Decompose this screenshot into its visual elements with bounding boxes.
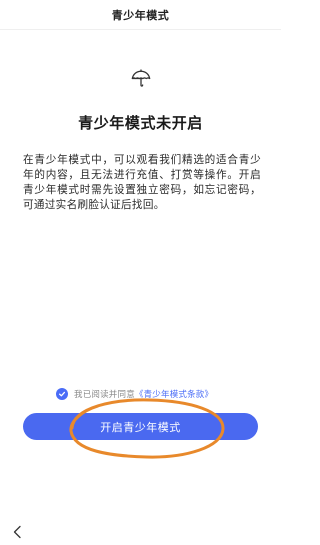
- status-title: 青少年模式未开启: [78, 114, 203, 132]
- top-bar: 青少年模式: [0, 0, 281, 30]
- agreement-row[interactable]: 我已阅读并同意 《青少年模式条款》: [56, 386, 213, 402]
- terms-link[interactable]: 《青少年模式条款》: [135, 388, 213, 400]
- chevron-left-icon: [13, 525, 21, 539]
- checkbox-checked-icon[interactable]: [56, 388, 68, 400]
- enable-youth-mode-button[interactable]: 开启青少年模式: [23, 413, 258, 440]
- description-text: 在青少年模式中，可以观看我们精选的适合青少年的内容，且无法进行充值、打赏等操作。…: [23, 154, 261, 211]
- back-button[interactable]: [10, 524, 24, 540]
- umbrella-icon: [131, 69, 151, 87]
- agreement-text: 我已阅读并同意: [74, 390, 135, 400]
- page-title: 青少年模式: [111, 8, 170, 22]
